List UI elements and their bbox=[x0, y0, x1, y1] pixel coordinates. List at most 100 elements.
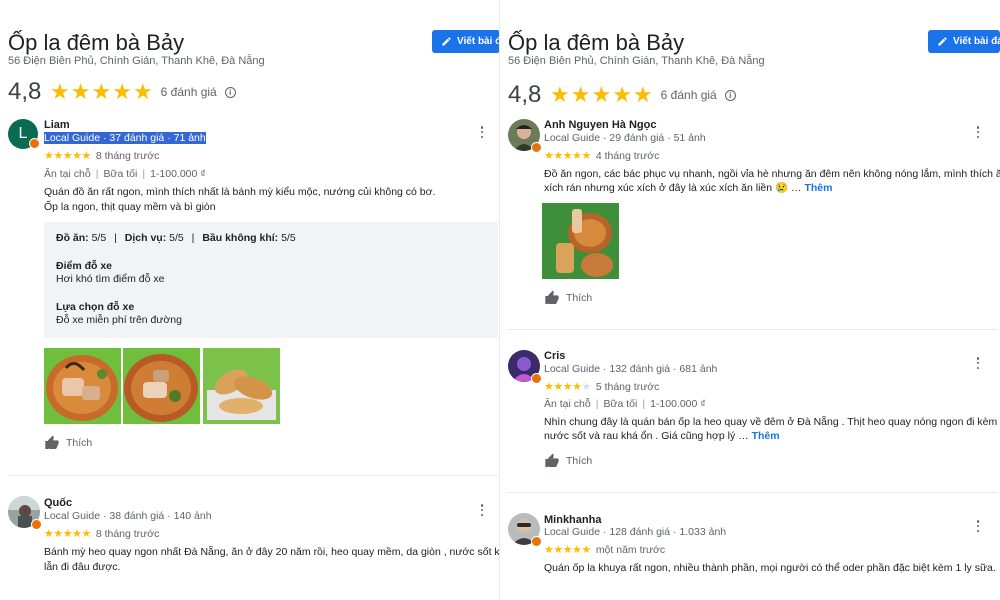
more-options-icon[interactable] bbox=[976, 357, 980, 369]
star-icon: ★ bbox=[91, 79, 112, 104]
review-photo[interactable] bbox=[44, 348, 121, 424]
like-label: Thích bbox=[566, 455, 593, 467]
review-time: 8 tháng trước bbox=[95, 528, 160, 540]
more-link[interactable]: Thêm bbox=[752, 430, 780, 442]
reviewer-photo-count: 71 ảnh bbox=[173, 132, 206, 144]
like-button[interactable]: Thích bbox=[44, 435, 92, 451]
review-time: 8 tháng trước bbox=[95, 150, 160, 162]
reviewer-name[interactable]: Quốc bbox=[44, 497, 72, 509]
star-icon: ★ bbox=[112, 79, 132, 104]
write-review-label: Viết bài đán bbox=[953, 36, 1000, 47]
pencil-icon bbox=[938, 37, 947, 46]
review-tags: Ăn tại chỗ | Bữa tối | 1-100.000 ₫ bbox=[544, 398, 706, 410]
more-options-icon[interactable] bbox=[976, 126, 980, 138]
reviewer-meta: Local Guide · 132 đánh giá · 681 ảnh bbox=[544, 363, 718, 375]
reviewer-meta: Local Guide · 128 đánh giá · 1.033 ảnh bbox=[544, 526, 727, 538]
more-options-icon[interactable] bbox=[480, 126, 484, 138]
reviewer-meta: Local Guide · 38 đánh giá · 140 ảnh bbox=[44, 510, 212, 522]
write-review-button[interactable]: Viết bài đán bbox=[928, 30, 1000, 53]
tag-meal: Bữa tối bbox=[603, 398, 638, 410]
review-stars: ★★★★★ 4 tháng trước bbox=[544, 149, 660, 162]
tag-meal: Bữa tối bbox=[103, 168, 138, 180]
average-rating: 4,8 bbox=[8, 78, 42, 105]
star-icon: ★ bbox=[550, 82, 570, 107]
review-tags: Ăn tại chỗ | Bữa tối | 1-100.000 ₫ bbox=[44, 168, 206, 180]
write-review-button[interactable]: Viết bài đá bbox=[432, 30, 500, 53]
review-time: một năm trước bbox=[595, 544, 666, 556]
star-icon: ★ bbox=[570, 82, 591, 107]
right-place-panel: Ốp la đêm bà Bảy 56 Điện Biên Phủ, Chính… bbox=[500, 0, 1000, 600]
review-count[interactable]: 6 đánh giá bbox=[661, 88, 717, 102]
avatar-letter: L bbox=[18, 125, 28, 142]
rating-summary: 4,8 ★ ★ ★ ★ ★ 6 đánh giá i bbox=[508, 81, 736, 109]
review-time: 5 tháng trước bbox=[595, 381, 660, 393]
thumbs-up-icon bbox=[45, 435, 59, 449]
thumbs-up-icon bbox=[545, 453, 559, 467]
reviewer-review-count: 37 đánh giá bbox=[109, 132, 165, 144]
average-rating: 4,8 bbox=[508, 81, 542, 108]
star-icon: ★ bbox=[132, 79, 153, 104]
review-divider bbox=[508, 329, 998, 330]
info-icon[interactable]: i bbox=[724, 89, 736, 101]
tag-service: Ăn tại chỗ bbox=[44, 168, 91, 180]
reviewer-name[interactable]: Minkhanha bbox=[544, 514, 601, 526]
more-options-icon[interactable] bbox=[976, 520, 980, 532]
parking-options-title: Lựa chọn đỗ xe bbox=[56, 301, 135, 313]
local-guide-label: Local Guide bbox=[44, 132, 101, 144]
reviewer-meta: Local Guide · 29 đánh giá · 51 ảnh bbox=[544, 132, 706, 144]
place-title: Ốp la đêm bà Bảy bbox=[508, 30, 685, 55]
avatar[interactable] bbox=[508, 513, 542, 547]
star-icon: ★ bbox=[612, 82, 632, 107]
rating-summary: 4,8 ★ ★ ★ ★ ★ 6 đánh giá i bbox=[8, 78, 236, 106]
place-address: 56 Điện Biên Phủ, Chính Gián, Thanh Khê,… bbox=[8, 55, 265, 67]
review-photo[interactable] bbox=[542, 203, 619, 279]
review-text-line: Quán đồ ăn rất ngon, mình thích nhất là … bbox=[44, 186, 436, 198]
review-stars: ★★★★ ★ 5 tháng trước bbox=[544, 380, 660, 393]
star-icon: ★ bbox=[70, 79, 91, 104]
like-label: Thích bbox=[66, 437, 93, 449]
reviewer-name[interactable]: Liam bbox=[44, 119, 70, 131]
review-stars: ★★★★★ 8 tháng trước bbox=[44, 149, 160, 162]
parking-options-value: Đỗ xe miễn phí trên đường bbox=[56, 314, 182, 326]
star-icon: ★ bbox=[591, 82, 612, 107]
review-stars: ★★★★★ 8 tháng trước bbox=[44, 527, 160, 540]
review-divider bbox=[8, 475, 498, 476]
tag-price: 1-100.000 ₫ bbox=[150, 168, 206, 180]
review-text-line: Quán ốp la khuya rất ngon, nhiều thành p… bbox=[544, 562, 996, 574]
left-place-panel: Ốp la đêm bà Bảy 56 Điện Biên Phủ, Chính… bbox=[0, 0, 500, 600]
star-icon: ★ bbox=[632, 82, 653, 107]
review-text-line: Ốp la ngon, thịt quay mềm và bì giòn bbox=[44, 201, 216, 213]
reviewer-meta: Local Guide · 37 đánh giá · 71 ảnh bbox=[44, 132, 206, 144]
avatar[interactable] bbox=[508, 350, 542, 384]
review-text-line: lẫn đi đâu được. bbox=[44, 561, 121, 573]
review-photo[interactable] bbox=[203, 348, 280, 424]
average-stars: ★ ★ ★ ★ ★ bbox=[50, 81, 153, 103]
pencil-icon bbox=[442, 37, 451, 46]
parking-value: Hơi khó tìm điểm đỗ xe bbox=[56, 273, 165, 285]
review-count[interactable]: 6 đánh giá bbox=[161, 85, 217, 99]
local-guide-badge-icon bbox=[531, 536, 542, 547]
avatar[interactable] bbox=[8, 496, 42, 530]
more-link[interactable]: Thêm bbox=[804, 182, 832, 194]
local-guide-badge-icon bbox=[31, 519, 42, 530]
like-button[interactable]: Thích bbox=[544, 453, 592, 469]
like-button[interactable]: Thích bbox=[544, 290, 592, 306]
reviewer-name[interactable]: Cris bbox=[544, 350, 565, 362]
review-stars: ★★★★★ một năm trước bbox=[544, 543, 666, 556]
more-options-icon[interactable] bbox=[480, 504, 484, 516]
review-divider bbox=[508, 492, 998, 493]
review-text-line: Nhìn chung đây là quán bán ốp la heo qua… bbox=[544, 416, 1000, 428]
review-time: 4 tháng trước bbox=[595, 150, 660, 162]
like-label: Thích bbox=[566, 292, 593, 304]
parking-title: Điểm đỗ xe bbox=[56, 260, 113, 272]
place-title: Ốp la đêm bà Bảy bbox=[8, 30, 185, 55]
star-icon: ★ bbox=[50, 79, 70, 104]
review-attributes: Đồ ăn: 5/5 | Dịch vụ: 5/5 | Bầu không kh… bbox=[44, 222, 498, 338]
review-text-line: Đồ ăn ngon, các bác phục vụ nhanh, ngồi … bbox=[544, 168, 1000, 180]
review-photo[interactable] bbox=[123, 348, 200, 424]
info-icon[interactable]: i bbox=[224, 86, 236, 98]
tag-price: 1-100.000 ₫ bbox=[650, 398, 706, 410]
reviewer-name[interactable]: Anh Nguyen Hà Ngọc bbox=[544, 119, 656, 131]
ratings-breakdown: Đồ ăn: 5/5 | Dịch vụ: 5/5 | Bầu không kh… bbox=[56, 232, 296, 244]
avatar[interactable] bbox=[508, 119, 542, 153]
